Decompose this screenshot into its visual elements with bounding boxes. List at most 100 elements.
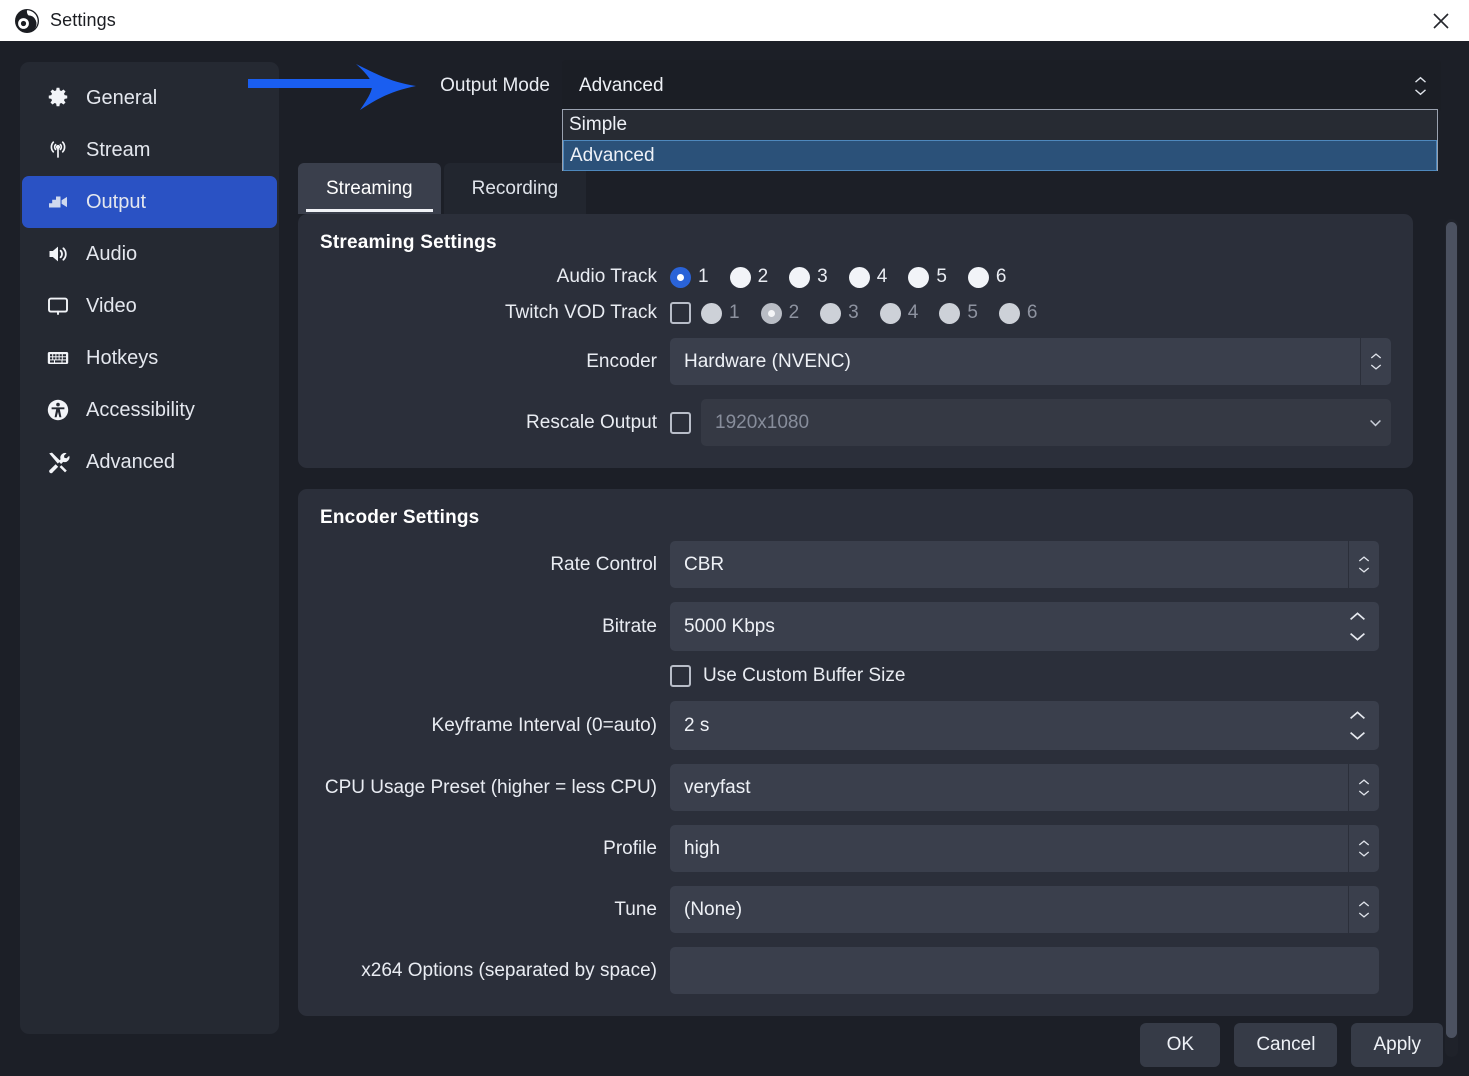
sidebar-item-accessibility[interactable]: Accessibility [22, 384, 277, 436]
encoder-combobox[interactable]: Hardware (NVENC) [670, 338, 1391, 385]
close-icon[interactable] [1413, 0, 1469, 41]
twitch-vod-track-checkbox[interactable] [670, 302, 691, 324]
apply-button[interactable]: Apply [1351, 1023, 1443, 1067]
tools-icon [44, 449, 71, 476]
chevron-updown-icon [1348, 541, 1379, 588]
radio-label: 3 [817, 266, 828, 287]
cpu-usage-preset-combobox[interactable]: veryfast [670, 764, 1379, 811]
vod-track-option[interactable]: 1 [701, 302, 740, 324]
audio-track-option[interactable]: 4 [848, 266, 888, 288]
sidebar-item-advanced[interactable]: Advanced [22, 436, 277, 488]
audio-track-label: Audio Track [556, 266, 657, 287]
rescale-output-checkbox[interactable] [670, 411, 691, 434]
broadcast-icon [44, 137, 71, 164]
vod-track-option[interactable]: 4 [879, 302, 918, 324]
audio-track-option[interactable]: 3 [789, 266, 828, 288]
vod-track-option[interactable]: 2 [760, 302, 800, 324]
rate-control-combobox[interactable]: CBR [670, 541, 1379, 588]
x264-options-input[interactable] [670, 947, 1379, 994]
spinner-arrows-icon[interactable] [1349, 602, 1366, 651]
tab-label: Recording [471, 177, 559, 199]
tune-combobox[interactable]: (None) [670, 886, 1379, 933]
chevron-updown-icon [1414, 76, 1427, 96]
audio-track-option[interactable]: 2 [729, 266, 768, 288]
radio-label: 5 [936, 266, 947, 287]
accessibility-icon [44, 397, 71, 424]
output-mode-value: Advanced [579, 75, 664, 96]
tune-label: Tune [614, 898, 657, 920]
monitor-icon [44, 293, 71, 320]
radio-icon[interactable] [967, 266, 989, 288]
chevron-updown-icon [1360, 338, 1391, 385]
settings-scroll-area[interactable]: Streaming Settings Audio Track 1 2 3 4 5… [298, 214, 1444, 1059]
radio-icon[interactable] [879, 302, 901, 324]
radio-icon[interactable] [908, 266, 930, 288]
sidebar-item-hotkeys[interactable]: Hotkeys [22, 332, 277, 384]
output-mode-combobox[interactable]: Advanced [562, 60, 1441, 112]
radio-icon[interactable] [820, 302, 842, 324]
audio-track-option[interactable]: 5 [908, 266, 947, 288]
rate-control-value: CBR [684, 553, 725, 575]
output-mode-dropdown-popup[interactable]: Simple Advanced [562, 109, 1438, 171]
cpu-usage-preset-value: veryfast [684, 776, 751, 798]
output-mode-label: Output Mode [440, 75, 550, 96]
output-camera-icon [44, 189, 71, 216]
radio-icon[interactable] [729, 266, 751, 288]
profile-row: Profile high [320, 825, 1391, 872]
scrollbar-thumb[interactable] [1446, 222, 1457, 1038]
keyboard-icon [44, 345, 71, 372]
dropdown-option-label: Simple [569, 114, 628, 135]
radio-icon[interactable] [760, 302, 782, 324]
rescale-output-value: 1920x1080 [715, 411, 810, 433]
bitrate-spinbox[interactable]: 5000 Kbps [670, 602, 1379, 651]
sidebar-item-stream[interactable]: Stream [22, 124, 277, 176]
radio-icon[interactable] [939, 302, 961, 324]
sidebar-item-label: Hotkeys [86, 346, 159, 369]
radio-icon[interactable] [848, 266, 870, 288]
sidebar-item-video[interactable]: Video [22, 280, 277, 332]
sidebar-item-audio[interactable]: Audio [22, 228, 277, 280]
radio-label: 2 [788, 302, 800, 323]
content-scrollbar[interactable] [1445, 219, 1458, 1057]
dropdown-option-advanced[interactable]: Advanced [563, 140, 1437, 171]
radio-icon[interactable] [701, 302, 722, 324]
bitrate-label: Bitrate [602, 615, 657, 637]
radio-icon[interactable] [670, 266, 691, 288]
rescale-output-label: Rescale Output [526, 411, 657, 433]
cpu-usage-preset-row: CPU Usage Preset (higher = less CPU) ver… [320, 764, 1391, 811]
audio-track-row: Audio Track 1 2 3 4 5 6 [320, 266, 1391, 288]
radio-label: 5 [967, 302, 978, 323]
vod-track-option[interactable]: 6 [998, 302, 1037, 324]
radio-label: 4 [876, 266, 888, 287]
sidebar-item-label: Output [86, 190, 147, 213]
audio-track-option[interactable]: 6 [967, 266, 1007, 288]
sidebar-item-label: Video [86, 294, 137, 317]
audio-track-option[interactable]: 1 [670, 266, 709, 288]
profile-combobox[interactable]: high [670, 825, 1379, 872]
vod-track-option[interactable]: 5 [939, 302, 978, 324]
spinner-arrows-icon[interactable] [1349, 701, 1366, 750]
use-custom-buffer-size-checkbox[interactable] [670, 665, 691, 687]
ok-button[interactable]: OK [1140, 1023, 1221, 1067]
title-bar: Settings [0, 0, 1469, 41]
radio-icon[interactable] [789, 266, 811, 288]
radio-label: 6 [995, 266, 1007, 287]
tab-streaming[interactable]: Streaming [298, 163, 441, 214]
tab-label: Streaming [326, 177, 413, 199]
use-custom-buffer-size-control[interactable]: Use Custom Buffer Size [670, 665, 905, 687]
sidebar-item-general[interactable]: General [22, 72, 277, 124]
x264-options-label: x264 Options (separated by space) [361, 959, 657, 981]
dropdown-option-simple[interactable]: Simple [563, 110, 1437, 140]
rescale-output-combobox[interactable]: 1920x1080 [701, 399, 1391, 446]
sidebar-item-label: General [86, 86, 158, 109]
radio-icon[interactable] [998, 302, 1020, 324]
keyframe-interval-spinbox[interactable]: 2 s [670, 701, 1379, 750]
cancel-button[interactable]: Cancel [1234, 1023, 1338, 1067]
vod-track-option[interactable]: 3 [820, 302, 859, 324]
cpu-usage-preset-label: CPU Usage Preset (higher = less CPU) [324, 776, 657, 798]
use-custom-buffer-size-label: Use Custom Buffer Size [703, 665, 906, 686]
sidebar-item-output[interactable]: Output [22, 176, 277, 228]
gear-icon [44, 85, 71, 112]
sidebar-item-label: Audio [86, 242, 138, 265]
radio-label: 1 [698, 266, 709, 287]
